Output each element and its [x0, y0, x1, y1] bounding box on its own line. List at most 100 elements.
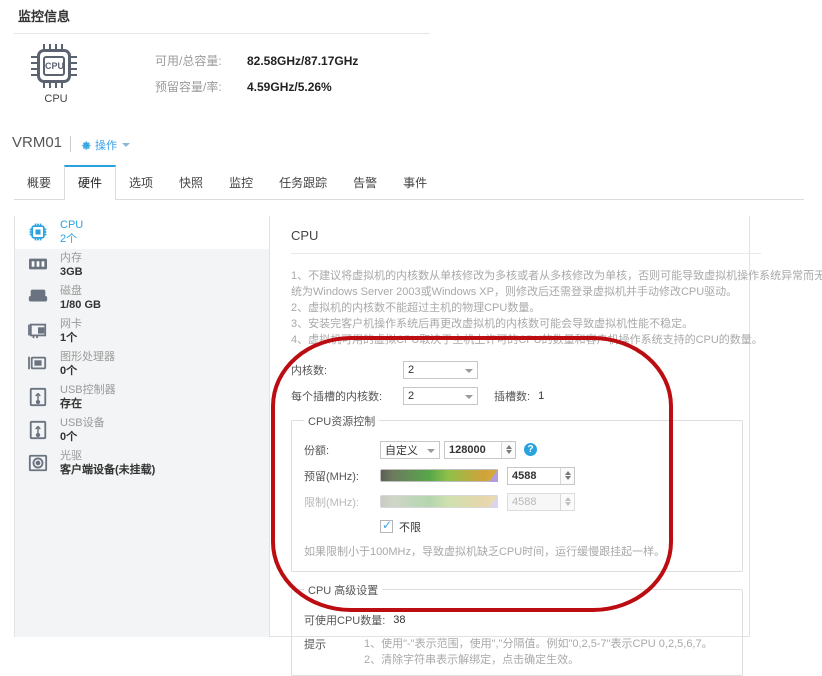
help-icon[interactable]: ? — [524, 443, 537, 457]
tab-5[interactable]: 任务跟踪 — [266, 166, 340, 200]
sidebar-item-text: 内存 3GB — [60, 252, 83, 280]
reservation-spinner[interactable]: 4588 — [507, 466, 575, 485]
available-cpus-value: 38 — [393, 613, 406, 626]
shares-value-spinner[interactable]: 128000 — [444, 440, 516, 459]
tip-item: 2、清除字符串表示解绑定，点击确定生效。 — [364, 654, 580, 667]
sidebar-item-value: 1/80 GB — [60, 298, 101, 311]
chevron-down-icon — [427, 448, 435, 453]
sidebar-item-2[interactable]: 磁盘 1/80 GB — [15, 282, 269, 315]
tab-3[interactable]: 快照 — [166, 166, 216, 200]
cores-row: 内核数: 2 — [291, 360, 743, 379]
available-cpus-label: 可使用CPU数量: — [304, 614, 386, 627]
divider — [70, 136, 71, 152]
usb-controller-icon — [27, 387, 51, 409]
sidebar-item-label: USB控制器 — [60, 383, 116, 396]
hardware-device-list: CPU 2个 内存 3GB 磁盘 1/80 GB 网卡 1个 图形处理器 0个 USB控制器 存在 US… — [15, 216, 270, 637]
shares-mode-select[interactable]: 自定义 — [380, 440, 440, 459]
chevron-down-icon — [465, 394, 473, 399]
sidebar-item-label: 光驱 — [60, 449, 82, 462]
action-menu-label: 操作 — [95, 140, 117, 152]
tab-4[interactable]: 监控 — [216, 166, 266, 200]
shares-mode-value: 自定义 — [385, 444, 418, 457]
tips-label: 提示 — [304, 638, 326, 651]
spinner-down-icon[interactable] — [505, 450, 512, 455]
reservation-value: 4588 — [512, 469, 537, 482]
cores-per-socket-row: 每个插槽的内核数: 2 插槽数: 1 — [291, 386, 743, 405]
tab-label: 事件 — [403, 176, 428, 190]
stat-value: 82.58GHz/87.17GHz — [247, 54, 359, 68]
unlimited-checkbox[interactable]: ✓ — [380, 519, 393, 534]
vm-name: VRM01 — [12, 134, 63, 151]
tab-1[interactable]: 硬件 — [64, 165, 117, 200]
spinner-down-icon — [564, 502, 571, 507]
action-menu-button[interactable]: 操作 — [80, 137, 130, 153]
divider — [291, 253, 761, 254]
memory-icon — [27, 255, 51, 277]
tab-label: 监控 — [229, 176, 254, 190]
monitor-panel-title: 监控信息 — [18, 9, 71, 24]
sidebar-item-0[interactable]: CPU 2个 — [15, 216, 269, 249]
spinner-down-icon[interactable] — [564, 476, 571, 481]
sidebar-item-4[interactable]: 图形处理器 0个 — [15, 348, 269, 381]
unlimited-label: 不限 — [399, 521, 421, 534]
reservation-label: 预留(MHz): — [304, 470, 359, 483]
shares-row: 份额: 自定义 128000 ? — [304, 440, 732, 459]
shares-value: 128000 — [449, 443, 486, 456]
sidebar-item-1[interactable]: 内存 3GB — [15, 249, 269, 282]
cpu-chip-icon: CPU — [31, 44, 81, 90]
stat-label: 预留容量/率: — [155, 80, 222, 94]
note-line: 1、不建议将虚拟机的内核数从单核修改为多核或者从多核修改为单核，否则可能导致虚拟… — [291, 270, 822, 282]
sidebar-item-6[interactable]: USB设备 0个 — [15, 414, 269, 447]
sidebar-item-5[interactable]: USB控制器 存在 — [15, 381, 269, 414]
sidebar-item-label: CPU — [60, 218, 84, 231]
cpu-settings-pane: CPU 1、不建议将虚拟机的内核数从单核修改为多核或者从多核修改为单核，否则可能… — [271, 216, 822, 676]
cores-per-socket-label: 每个插槽的内核数: — [291, 390, 383, 403]
sidebar-item-label: 图形处理器 — [60, 350, 115, 363]
cores-per-socket-select[interactable]: 2 — [403, 386, 478, 405]
sidebar-item-7[interactable]: 光驱 客户端设备(未挂载) — [15, 447, 269, 480]
spinner-up-icon[interactable] — [505, 445, 512, 450]
cpu-resource-control-legend: CPU资源控制 — [308, 415, 376, 428]
slider-thumb[interactable] — [489, 469, 498, 483]
tab-label: 告警 — [353, 176, 378, 190]
cores-select[interactable]: 2 — [403, 360, 478, 379]
spinner-buttons[interactable] — [501, 441, 515, 458]
sidebar-item-value: 0个 — [60, 430, 78, 443]
slider-thumb — [489, 495, 498, 509]
cpu-advanced-legend: CPU 高级设置 — [308, 584, 379, 597]
cpu-resource-label: CPU — [44, 93, 68, 105]
spinner-buttons[interactable] — [560, 467, 574, 484]
hardware-content: CPU 2个 内存 3GB 磁盘 1/80 GB 网卡 1个 图形处理器 0个 USB控制器 存在 US… — [14, 216, 822, 676]
cpu-notes: 1、不建议将虚拟机的内核数从单核修改为多核或者从多核修改为单核，否则可能导致虚拟… — [291, 269, 822, 349]
spinner-up-icon[interactable] — [564, 471, 571, 476]
shares-label: 份额: — [304, 444, 330, 457]
chevron-down-icon — [122, 143, 130, 147]
cpu-tips: 提示 1、使用"-"表示范围，使用","分隔值。例如"0,2,5-7"表示CPU… — [304, 636, 732, 669]
tab-6[interactable]: 告警 — [340, 166, 390, 200]
note-line: 4、虚拟机可用的虚拟CPU取决于主机上许可的CPU的数量和客户机操作系统支持的C… — [291, 333, 763, 346]
note-line: 统为Windows Server 2003或Windows XP，则修改后还需登… — [291, 285, 738, 298]
tab-0[interactable]: 概要 — [14, 166, 64, 200]
vm-header: VRM01 操作 — [0, 130, 822, 162]
limit-spinner: 4588 — [507, 492, 575, 511]
sidebar-item-text: CPU 2个 — [60, 219, 83, 247]
cpu-form: 内核数: 2 每个插槽的内核数: 2 插槽数: 1 CPU资源控制 份额: 自定… — [291, 360, 743, 676]
reservation-slider[interactable] — [380, 469, 498, 483]
nic-icon — [27, 321, 51, 343]
tab-label: 快照 — [179, 176, 204, 190]
limit-slider — [380, 495, 498, 509]
sidebar-item-text: 磁盘 1/80 GB — [60, 285, 101, 313]
limit-value: 4588 — [512, 495, 537, 508]
sidebar-item-3[interactable]: 网卡 1个 — [15, 315, 269, 348]
limit-label: 限制(MHz): — [304, 496, 359, 509]
tips-list: 1、使用"-"表示范围，使用","分隔值。例如"0,2,5-7"表示CPU 0,… — [364, 636, 713, 669]
tip-item: 1、使用"-"表示范围，使用","分隔值。例如"0,2,5-7"表示CPU 0,… — [364, 637, 713, 650]
tab-7[interactable]: 事件 — [390, 166, 440, 200]
tab-2[interactable]: 选项 — [116, 166, 166, 200]
unlimited-row: ✓ 不限 — [380, 519, 732, 535]
tab-label: 概要 — [27, 176, 52, 190]
stat-value: 4.59GHz/5.26% — [247, 80, 332, 94]
cpu-resource-block: CPU CPU — [18, 44, 94, 105]
cpu-icon — [27, 222, 51, 244]
sidebar-item-label: 内存 — [60, 251, 82, 264]
